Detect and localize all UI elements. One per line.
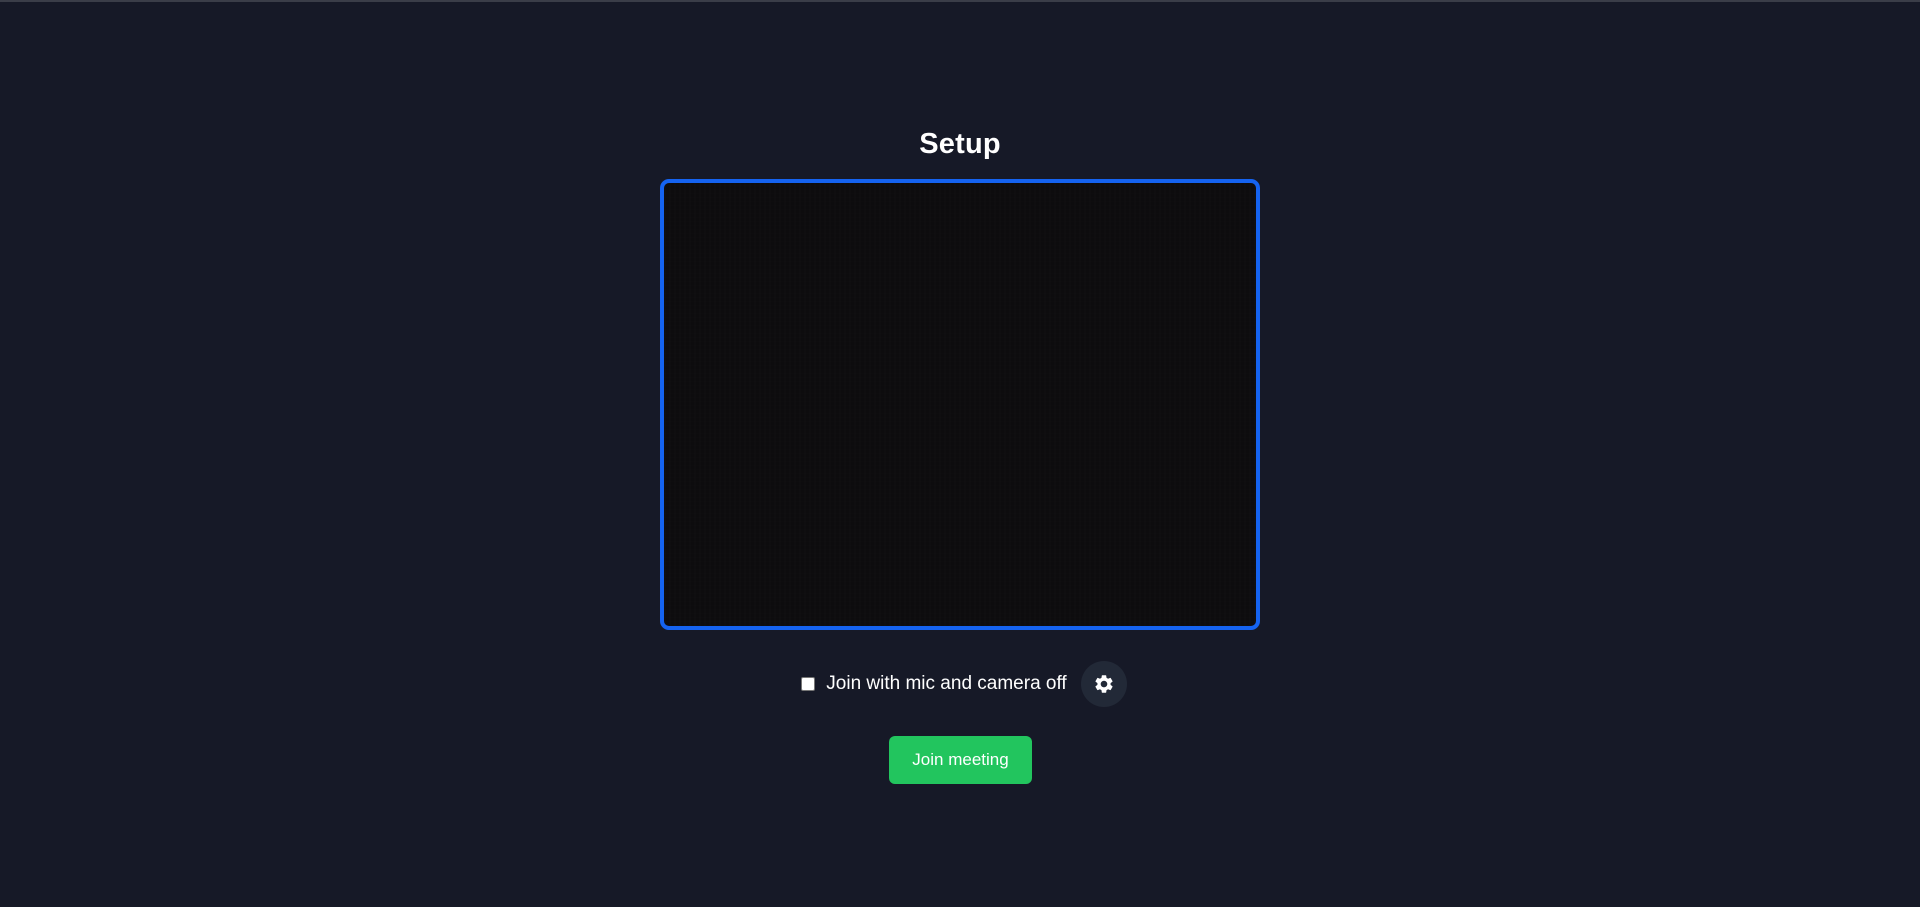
join-meeting-button[interactable]: Join meeting <box>889 736 1032 784</box>
gear-icon <box>1095 675 1113 693</box>
join-options-row: Join with mic and camera off <box>0 660 1920 708</box>
page-title: Setup <box>919 128 1001 160</box>
camera-preview-feed <box>664 183 1256 626</box>
camera-preview <box>660 179 1260 630</box>
mic-camera-off-label[interactable]: Join with mic and camera off <box>826 672 1066 696</box>
mic-camera-off-checkbox[interactable] <box>801 677 816 691</box>
settings-button[interactable] <box>1080 661 1127 707</box>
setup-page: Setup Join with mic and camera off Join … <box>0 0 1920 907</box>
